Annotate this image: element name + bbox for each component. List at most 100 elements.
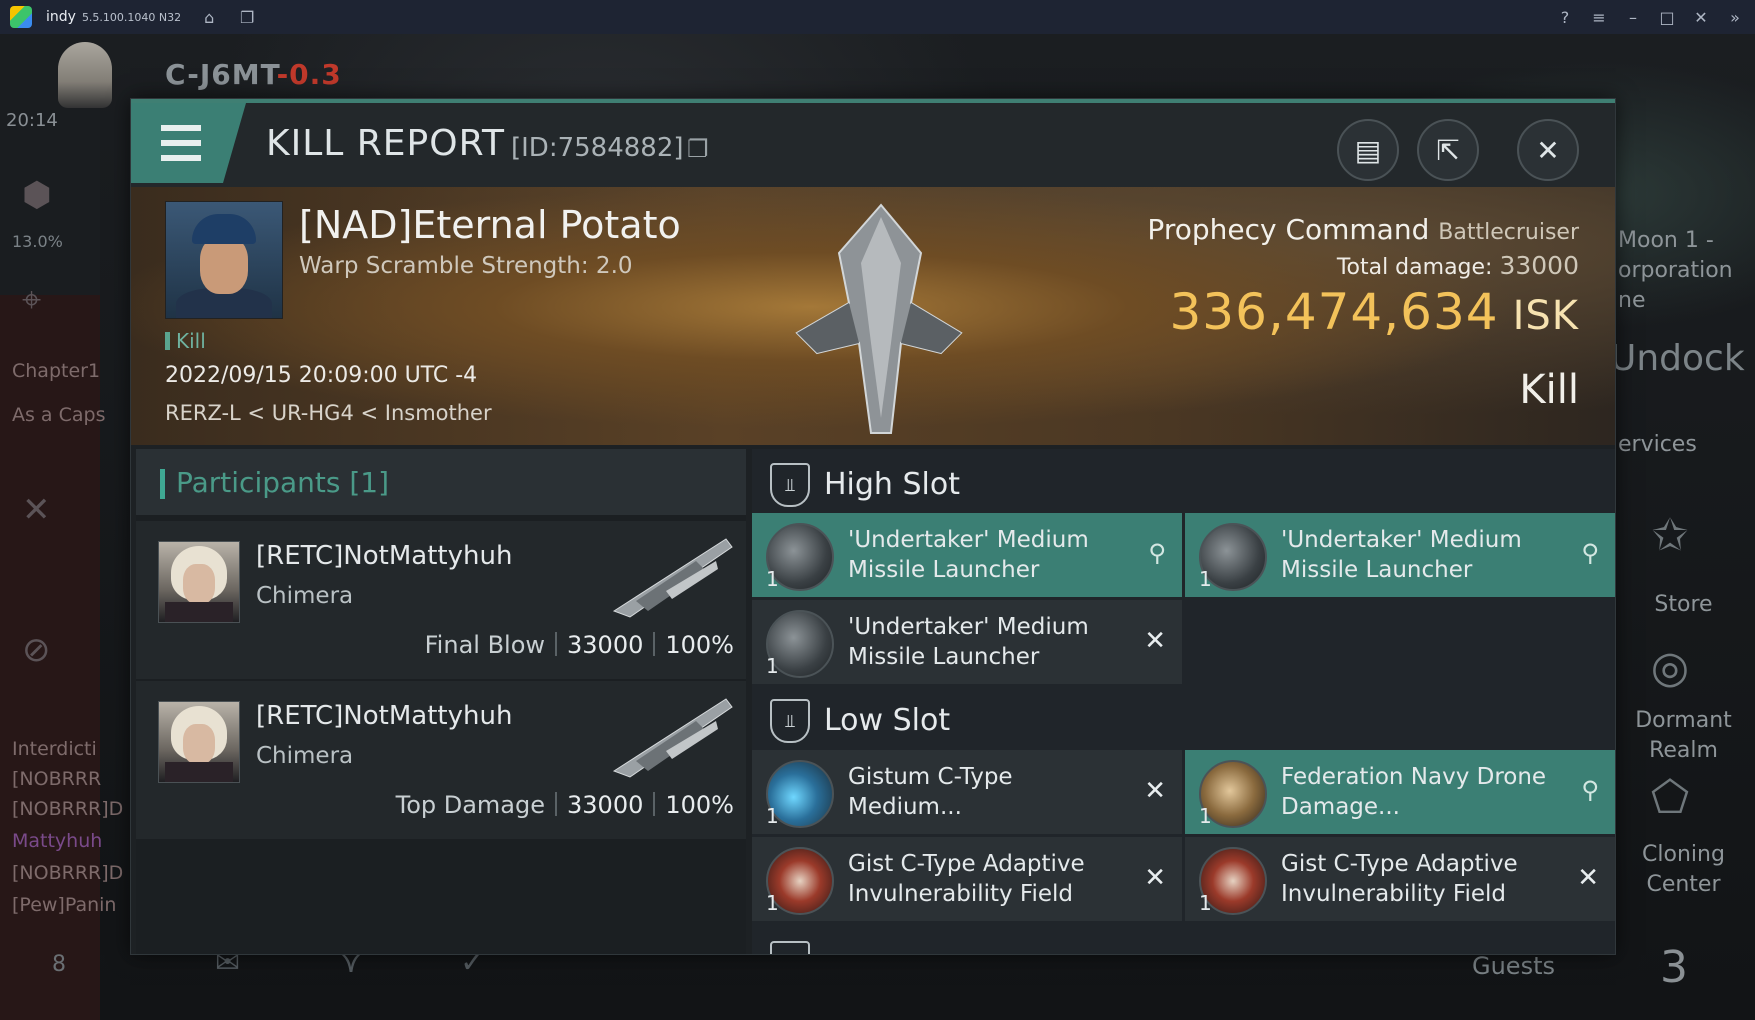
slot-shield-icon: ⫫ [770, 941, 810, 954]
share-icon: ⇱ [1436, 133, 1460, 167]
x-icon: ✕ [1144, 626, 1166, 656]
participant-percent: 100% [665, 631, 734, 659]
services-label: ervices [1618, 432, 1697, 457]
multi-window-icon[interactable]: ❐ [237, 8, 257, 27]
participant-row[interactable]: [RETC]NotMattyhuh Chimera Top Damage 3300… [136, 681, 746, 841]
close-icon: ✕ [1536, 133, 1560, 167]
dormant-realm-line2[interactable]: Realm [1612, 738, 1755, 763]
kill-type: Kill [1519, 367, 1579, 413]
participant-stats: Final Blow 33000 100% [425, 631, 734, 659]
module-name: 'Undertaker' Medium Missile Launcher [848, 614, 1089, 670]
close-button[interactable]: ✕ [1517, 119, 1579, 181]
module-quantity: 1 [766, 654, 779, 678]
expand-sidebar-icon[interactable]: » [1725, 8, 1745, 27]
participant-name[interactable]: [RETC]NotMattyhuh [256, 701, 512, 731]
person-icon: ⚲ [1581, 539, 1599, 567]
guests-label[interactable]: Guests [1472, 952, 1555, 980]
help-icon[interactable]: ? [1555, 8, 1575, 27]
system-name: C-J6MT-0.3 [165, 58, 342, 91]
module-quantity: 1 [766, 804, 779, 828]
store-star-icon[interactable]: ✩ [1640, 510, 1700, 561]
target-icon[interactable]: ⊘ [22, 630, 51, 670]
emulator-window-controls: ? ≡ – □ ✕ » [1555, 0, 1745, 34]
module-item[interactable]: 1 Federation Navy Drone Damage... ⚲ [1185, 750, 1615, 834]
participant-portrait[interactable] [158, 541, 240, 623]
cargo-icon[interactable]: ⬢ [22, 175, 52, 215]
kill-location[interactable]: RERZ-L < UR-HG4 < Insmother [165, 401, 492, 425]
module-item[interactable]: 1 Gist C-Type Adaptive Invulnerability F… [752, 837, 1182, 921]
copy-icon[interactable]: ❐ [687, 135, 709, 163]
report-id: [ID:7584882] [511, 133, 684, 163]
warp-scramble-strength: Warp Scramble Strength: 2.0 [299, 253, 633, 279]
close-window-icon[interactable]: ✕ [1691, 8, 1711, 27]
chat-line: [NOBRRR]D [12, 862, 124, 884]
module-item[interactable]: 1 'Undertaker' Medium Missile Launcher ⚲ [752, 513, 1182, 597]
home-icon[interactable]: ⌂ [199, 8, 219, 27]
emulator-version: 5.5.100.1040 N32 [81, 10, 182, 24]
store-button[interactable]: Store [1612, 592, 1755, 617]
crossed-swords-icon[interactable]: ✕ [22, 490, 51, 530]
participant-percent: 100% [665, 791, 734, 819]
chat-line: Mattyhuh [12, 830, 103, 852]
undock-button[interactable]: Undock [1610, 338, 1745, 379]
participants-title: Participants [1] [176, 466, 390, 499]
cloning-center-line2[interactable]: Center [1612, 872, 1755, 897]
chat-line: Interdicti [12, 738, 97, 760]
module-item[interactable]: 1 'Undertaker' Medium Missile Launcher ⚲ [1185, 513, 1615, 597]
module-item[interactable]: 1 Gist C-Type Adaptive Invulnerability F… [1185, 837, 1615, 921]
victim-portrait[interactable] [165, 201, 283, 319]
low-slot-header: ⫫ Low Slot [752, 685, 1615, 757]
participant-portrait[interactable] [158, 701, 240, 783]
kill-tag-mark [165, 332, 170, 350]
kill-tag: Kill [165, 329, 206, 353]
bottom-number: 8 [52, 952, 66, 977]
portrait-face [183, 564, 215, 604]
victim-name[interactable]: [NAD]Eternal Potato [299, 203, 681, 247]
participant-damage: 33000 [567, 791, 644, 819]
share-button[interactable]: ⇱ [1417, 119, 1479, 181]
participant-name[interactable]: [RETC]NotMattyhuh [256, 541, 512, 571]
hamburger-icon-bar [161, 140, 201, 146]
security-status: -0.3 [276, 58, 342, 91]
dormant-realm-icon[interactable]: ◎ [1640, 642, 1700, 693]
high-slot-label: High Slot [824, 467, 960, 502]
participant-row[interactable]: [RETC]NotMattyhuh Chimera Final Blow 3300… [136, 521, 746, 681]
menu-icon[interactable]: ≡ [1589, 8, 1609, 27]
hud-percent: 13.0% [12, 232, 63, 251]
clipboard-button[interactable]: ▤ [1337, 119, 1399, 181]
left-text-chapter: Chapter1 [12, 360, 101, 382]
left-text-caps: As a Caps [12, 404, 106, 426]
person-icon: ⚲ [1581, 776, 1599, 804]
x-icon: ✕ [1577, 863, 1599, 893]
module-item[interactable]: 1 Gistum C-Type Medium... ✕ [752, 750, 1182, 834]
portrait-face [200, 236, 248, 294]
hamburger-icon [161, 125, 201, 131]
station-ne-text: ne [1618, 288, 1646, 313]
x-icon: ✕ [1144, 776, 1166, 806]
dormant-realm-line1[interactable]: Dormant [1612, 708, 1755, 733]
participant-ship: Chimera [256, 583, 354, 609]
participant-damage: 33000 [567, 631, 644, 659]
victim-ship-image[interactable] [731, 193, 1031, 443]
module-quantity: 1 [1199, 891, 1212, 915]
emulator-app-name: indy [46, 9, 76, 25]
participant-ship-image [612, 538, 733, 618]
station-corp-text: orporation [1618, 258, 1733, 283]
module-item[interactable]: 1 'Undertaker' Medium Missile Launcher ✕ [752, 600, 1182, 684]
minimize-icon[interactable]: – [1623, 8, 1643, 27]
station-moon-text: Moon 1 - [1618, 228, 1714, 253]
clipboard-icon: ▤ [1354, 133, 1382, 167]
cloning-center-line1[interactable]: Cloning [1612, 842, 1755, 867]
victim-ship-name: Prophecy Command Battlecruiser [1147, 213, 1579, 246]
cloning-icon[interactable]: ⬠ [1640, 772, 1700, 823]
emulator-title-bar: indy 5.5.100.1040 N32 ⌂ ❐ ? ≡ – □ ✕ » [0, 0, 1755, 34]
location-pin-icon[interactable]: ⌖ [22, 280, 41, 320]
module-name: Gistum C-Type Medium... [848, 764, 1013, 820]
player-avatar[interactable] [58, 42, 112, 108]
module-name: Gist C-Type Adaptive Invulnerability Fie… [848, 851, 1085, 907]
maximize-icon[interactable]: □ [1657, 8, 1677, 27]
portrait-cap [192, 214, 256, 244]
slot-shield-icon: ⫫ [770, 463, 810, 507]
guests-count: 3 [1660, 942, 1688, 993]
participants-panel: Participants [1] [RETC]NotMattyhuh Chime… [136, 449, 746, 954]
